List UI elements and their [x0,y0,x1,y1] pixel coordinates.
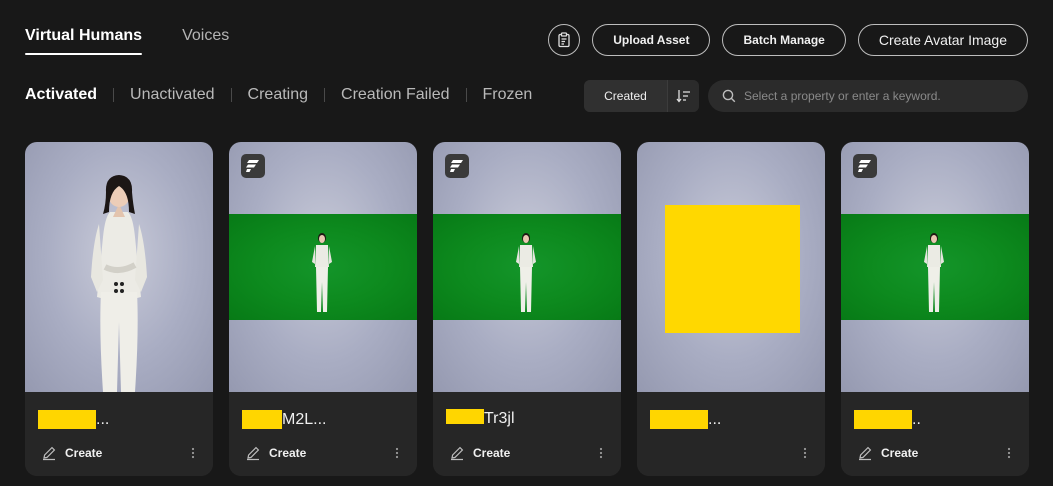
avatar-name: .. [854,410,921,429]
edit-icon [451,446,464,461]
avatar-thumbnail [433,142,621,392]
redaction-block [650,410,708,429]
batch-manage-button[interactable]: Batch Manage [722,24,846,56]
edit-icon [43,446,56,461]
clipboard-copy-button[interactable] [548,24,581,56]
avatar-thumbnail [229,142,417,392]
avatar-name-text: .. [912,410,921,428]
more-vertical-icon [191,447,195,459]
avatar-thumbnail [841,142,1029,392]
more-options-button[interactable] [187,447,199,459]
avatar-name: M2L... [242,410,326,429]
edit-icon [247,446,260,461]
card-info: ... [637,392,825,476]
person-figure [924,233,944,312]
filter-frozen[interactable]: Frozen [483,86,533,104]
avatar-name: ... [650,410,721,429]
more-vertical-icon [803,447,807,459]
sort-field-select[interactable]: Created [584,80,667,112]
create-button[interactable]: Create [245,445,306,461]
filter-creation-failed[interactable]: Creation Failed [341,86,450,104]
avatar-name-text: Tr3jl [484,410,515,427]
avatar-name-text: ... [96,410,110,428]
divider [113,88,115,102]
filter-activated[interactable]: Activated [25,86,97,104]
redaction-block [242,410,282,429]
more-vertical-icon [395,447,399,459]
top-actions: Upload Asset Batch Manage Create Avatar … [548,24,1028,56]
search-icon [722,89,736,103]
clipboard-copy-icon [558,32,570,48]
top-tabs: Virtual Humans Voices [25,27,229,55]
create-label: Create [65,446,103,460]
more-options-button[interactable] [1003,447,1015,459]
create-avatar-image-button[interactable]: Create Avatar Image [857,24,1028,56]
avatar-card[interactable]: Tr3jl Create [433,142,621,476]
sort-order-icon [675,90,690,103]
avatar-card-list: ... Create M2L... Create Tr3jl Create ..… [25,142,1029,476]
more-options-button[interactable] [595,447,607,459]
card-info: M2L... Create [229,392,417,476]
divider [465,88,467,102]
filter-creating[interactable]: Creating [248,86,308,104]
person-figure [516,233,536,312]
person-figure [91,175,147,392]
sort-order-button[interactable] [667,80,699,112]
create-button[interactable]: Create [857,445,918,461]
avatar-card[interactable]: ... [637,142,825,476]
avatar-thumbnail [637,142,825,392]
redaction-block [38,410,96,429]
avatar-name-text: ... [708,410,722,428]
card-actions: Create [245,444,403,462]
redaction-block [446,408,484,424]
filter-unactivated[interactable]: Unactivated [130,86,215,104]
create-label: Create [473,446,511,460]
create-label: Create [881,446,919,460]
card-info: ... Create [25,392,213,476]
more-vertical-icon [1007,447,1011,459]
avatar-card[interactable]: M2L... Create [229,142,417,476]
card-actions [653,444,811,462]
flash-badge-icon [858,160,871,172]
create-button[interactable]: Create [449,445,510,461]
card-actions: Create [449,444,607,462]
card-actions: Create [41,444,199,462]
tab-virtual-humans[interactable]: Virtual Humans [25,27,143,55]
avatar-card[interactable]: ... Create [25,142,213,476]
edit-icon [859,446,872,461]
feature-badge [853,154,877,178]
avatar-thumbnail [25,142,213,392]
create-button[interactable]: Create [41,445,102,461]
flash-badge-icon [246,160,259,172]
avatar-name: ... [38,410,109,429]
more-vertical-icon [599,447,603,459]
upload-asset-button[interactable]: Upload Asset [592,24,711,56]
redaction-block [854,410,912,429]
flash-badge-icon [450,160,463,172]
card-info: Tr3jl Create [433,392,621,476]
feature-badge [445,154,469,178]
avatar-name: Tr3jl [446,408,515,428]
divider [324,88,326,102]
search-input[interactable] [744,89,1014,103]
avatar-card[interactable]: .. Create [841,142,1029,476]
feature-badge [241,154,265,178]
sort-control: Created [584,80,699,112]
more-options-button[interactable] [799,447,811,459]
person-figure [312,233,332,312]
redacted-thumbnail [665,205,800,333]
create-label: Create [269,446,307,460]
status-filters: Activated Unactivated Creating Creation … [25,86,532,104]
card-actions: Create [857,444,1015,462]
more-options-button[interactable] [391,447,403,459]
search-box [708,80,1028,112]
divider [230,88,232,102]
card-info: .. Create [841,392,1029,476]
tab-voices[interactable]: Voices [182,27,229,55]
avatar-name-text: M2L... [282,410,327,428]
